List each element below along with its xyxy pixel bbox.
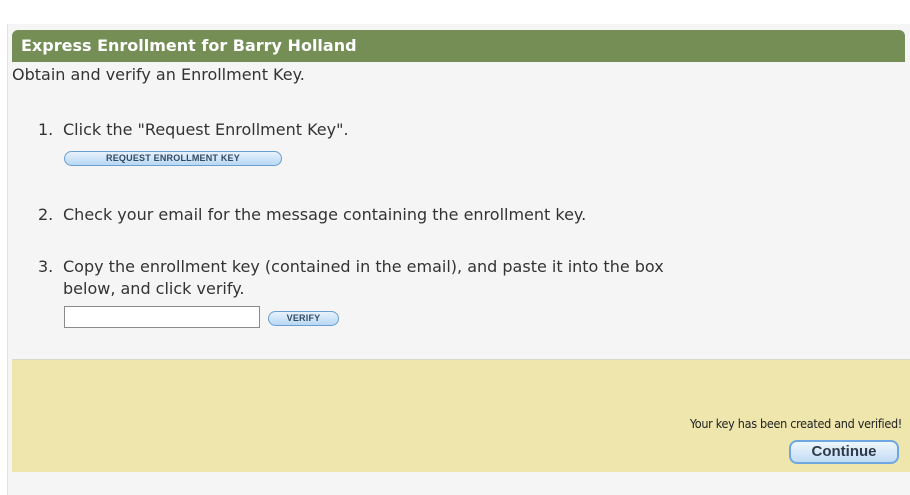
- continue-button[interactable]: Continue: [789, 440, 899, 464]
- step-number: 3.: [38, 257, 54, 276]
- step-text: Copy the enrollment key (contained in th…: [63, 256, 664, 300]
- step-number: 1.: [38, 120, 54, 139]
- step-3: 3. Copy the enrollment key (contained in …: [38, 256, 664, 300]
- intro-text: Obtain and verify an Enrollment Key.: [12, 65, 305, 84]
- step-text: Check your email for the message contain…: [63, 205, 587, 224]
- verify-button[interactable]: VERIFY: [268, 311, 339, 326]
- step-2: 2. Check your email for the message conta…: [38, 204, 586, 226]
- step-number: 2.: [38, 205, 54, 224]
- enrollment-key-input[interactable]: [64, 306, 260, 328]
- step-text-line-2: below, and click verify.: [63, 279, 245, 298]
- step-1: 1. Click the "Request Enrollment Key".: [38, 119, 349, 141]
- page-title: Express Enrollment for Barry Holland: [12, 30, 905, 62]
- step-text-line-1: Copy the enrollment key (contained in th…: [63, 257, 664, 276]
- status-message: Your key has been created and verified!: [689, 416, 902, 431]
- step-text: Click the "Request Enrollment Key".: [63, 120, 349, 139]
- request-enrollment-key-button[interactable]: REQUEST ENROLLMENT KEY: [64, 151, 282, 166]
